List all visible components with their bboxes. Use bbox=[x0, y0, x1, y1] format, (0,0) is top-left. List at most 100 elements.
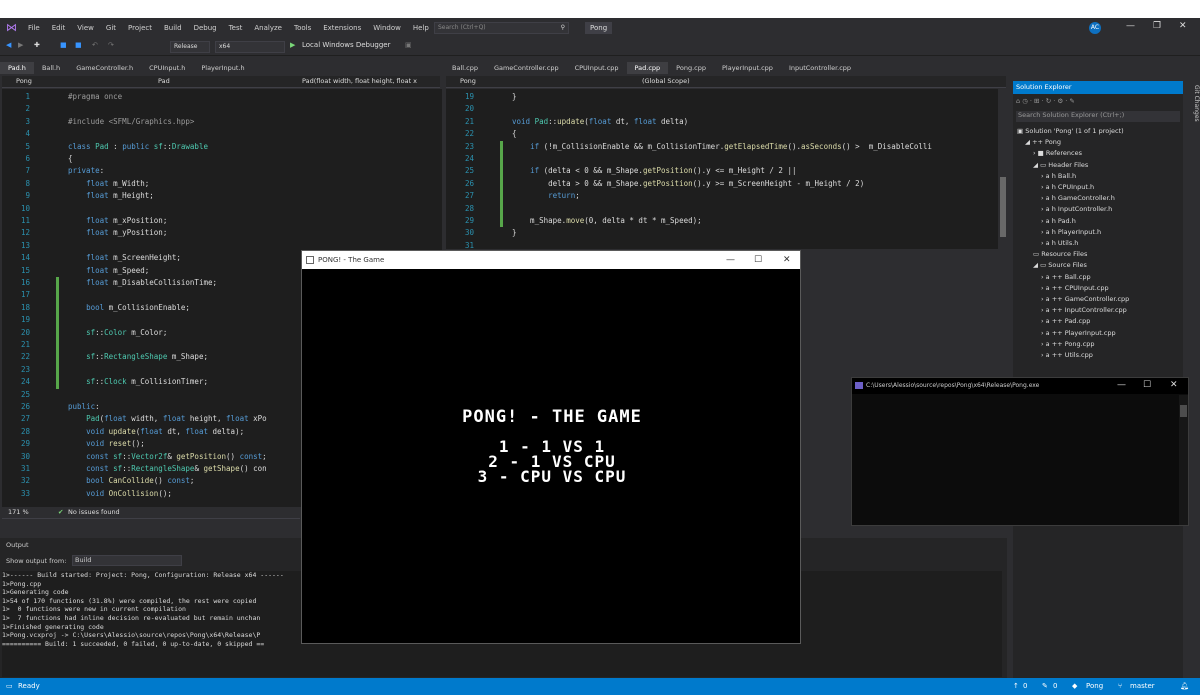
tree-header-file[interactable]: › a h Utils.h bbox=[1041, 239, 1078, 247]
menu-extensions[interactable]: Extensions bbox=[317, 24, 367, 32]
forward-icon[interactable]: ▶ bbox=[18, 41, 23, 49]
scroll-thumb[interactable] bbox=[1000, 177, 1006, 237]
right-code-editor[interactable]: 19} 20 21 void Pad::update(float dt, float … bbox=[446, 89, 998, 249]
close-icon[interactable]: ✕ bbox=[1179, 21, 1187, 31]
maximize-icon[interactable]: ❐ bbox=[1153, 21, 1161, 31]
menu-project[interactable]: Project bbox=[122, 24, 158, 32]
tree-source-files[interactable]: ◢ ▭ Source Files bbox=[1033, 261, 1087, 269]
changes-count[interactable]: 0 bbox=[1053, 678, 1057, 695]
pong-minimize-icon[interactable]: — bbox=[726, 251, 735, 269]
console-maximize-icon[interactable]: ☐ bbox=[1143, 380, 1151, 390]
menu-git[interactable]: Git bbox=[100, 24, 122, 32]
nav-scope[interactable]: (Global Scope) bbox=[642, 76, 690, 87]
console-close-icon[interactable]: ✕ bbox=[1170, 380, 1178, 390]
code-line[interactable]: 25 if (delta < 0 && m_Shape.getPosition(… bbox=[446, 165, 998, 178]
save-icon[interactable]: ■ bbox=[60, 41, 67, 49]
search-box[interactable]: Search (Ctrl+Q) ⚲ bbox=[434, 22, 569, 34]
tree-solution[interactable]: ▣ Solution 'Pong' (1 of 1 project) bbox=[1017, 127, 1124, 135]
nav-project-right[interactable]: Pong bbox=[460, 76, 476, 87]
code-line[interactable]: 27 return; bbox=[446, 190, 998, 203]
tree-resource-files[interactable]: ▭ Resource Files bbox=[1033, 250, 1087, 258]
tab-playerinput-h[interactable]: PlayerInput.h bbox=[193, 62, 252, 74]
run-icon[interactable]: ▶ bbox=[290, 41, 295, 49]
tree-source-file[interactable]: › a ++ Pong.cpp bbox=[1041, 340, 1095, 348]
tree-source-file[interactable]: › a ++ Pad.cpp bbox=[1041, 317, 1090, 325]
tab-inputcontroller-cpp[interactable]: InputController.cpp bbox=[781, 62, 859, 74]
zoom-level[interactable]: 171 % bbox=[8, 507, 29, 518]
tab-ball-h[interactable]: Ball.h bbox=[34, 62, 68, 74]
code-line[interactable]: 8 float m_Width; bbox=[2, 178, 442, 190]
avatar[interactable]: AC bbox=[1089, 22, 1101, 34]
tree-header-file[interactable]: › a h Pad.h bbox=[1041, 217, 1076, 225]
tab-pad-cpp[interactable]: Pad.cpp bbox=[626, 62, 669, 74]
tree-source-file[interactable]: › a ++ GameController.cpp bbox=[1041, 295, 1129, 303]
tree-header-files[interactable]: ◢ ▭ Header Files bbox=[1033, 161, 1088, 169]
pong-game-window[interactable]: PONG! - The Game — ☐ ✕ PONG! - THE GAME … bbox=[301, 250, 801, 644]
tree-source-file[interactable]: › a ++ CPUInput.cpp bbox=[1041, 284, 1109, 292]
new-item-icon[interactable]: ✚ bbox=[34, 41, 40, 49]
code-line[interactable]: 28 bbox=[446, 202, 998, 215]
menu-debug[interactable]: Debug bbox=[188, 24, 223, 32]
pong-close-icon[interactable]: ✕ bbox=[783, 251, 791, 269]
code-line[interactable]: 22 { bbox=[446, 128, 998, 140]
console-scroll-thumb[interactable] bbox=[1180, 405, 1187, 417]
code-line[interactable]: 3 #include <SFML/Graphics.hpp> bbox=[2, 116, 442, 128]
code-line[interactable]: 20 bbox=[446, 103, 998, 115]
menu-window[interactable]: Window bbox=[367, 24, 407, 32]
redo-icon[interactable]: ↷ bbox=[108, 41, 114, 49]
code-line[interactable]: 2 bbox=[2, 103, 442, 115]
code-line[interactable]: 5 class Pad : public sf::Drawable bbox=[2, 141, 442, 153]
menu-edit[interactable]: Edit bbox=[46, 24, 72, 32]
menu-option-3[interactable]: 3 - CPU VS CPU bbox=[402, 469, 702, 485]
unpushed-count[interactable]: 0 bbox=[1023, 678, 1027, 695]
menu-build[interactable]: Build bbox=[158, 24, 188, 32]
code-line[interactable]: 29 m_Shape.move(0, delta * dt * m_Speed)… bbox=[446, 215, 998, 228]
back-icon[interactable]: ◀ bbox=[6, 41, 11, 49]
menu-view[interactable]: View bbox=[71, 24, 100, 32]
tab-gamecontroller-cpp[interactable]: GameController.cpp bbox=[486, 62, 567, 74]
menu-test[interactable]: Test bbox=[223, 24, 249, 32]
platform-select[interactable]: x64 bbox=[215, 41, 285, 53]
code-line[interactable]: 7 private: bbox=[2, 165, 442, 177]
issues-status[interactable]: No issues found bbox=[68, 507, 120, 518]
nav-member[interactable]: Pad(float width, float height, float x bbox=[302, 76, 417, 87]
tree-source-file[interactable]: › a ++ Ball.cpp bbox=[1041, 273, 1091, 281]
output-source-select[interactable]: Build bbox=[72, 555, 182, 566]
menu-analyze[interactable]: Analyze bbox=[248, 24, 288, 32]
tree-project[interactable]: ◢ ++ Pong bbox=[1025, 138, 1061, 146]
code-line[interactable]: 12 float m_yPosition; bbox=[2, 227, 442, 239]
tab-pad-h[interactable]: Pad.h bbox=[0, 62, 34, 74]
solution-search-input[interactable]: Search Solution Explorer (Ctrl+;) bbox=[1016, 111, 1180, 122]
code-line[interactable]: 4 bbox=[2, 128, 442, 140]
code-line[interactable]: 6{ bbox=[2, 153, 442, 165]
run-debugger-button[interactable]: Local Windows Debugger bbox=[302, 41, 391, 49]
code-line[interactable]: 31 bbox=[446, 240, 998, 249]
menu-help[interactable]: Help bbox=[407, 24, 435, 32]
repo-name[interactable]: Pong bbox=[1086, 678, 1103, 695]
tree-header-file[interactable]: › a h GameController.h bbox=[1041, 194, 1115, 202]
notification-icon[interactable]: 🔔︎ bbox=[1180, 678, 1189, 695]
save-all-icon[interactable]: ■ bbox=[75, 41, 82, 49]
tab-gamecontroller-h[interactable]: GameController.h bbox=[68, 62, 141, 74]
tab-cpuinput-h[interactable]: CPUInput.h bbox=[141, 62, 193, 74]
code-line[interactable]: 10 bbox=[2, 203, 442, 215]
minimize-icon[interactable]: — bbox=[1126, 21, 1135, 31]
tree-header-file[interactable]: › a h InputController.h bbox=[1041, 205, 1112, 213]
code-line[interactable]: 21 void Pad::update(float dt, float delta… bbox=[446, 116, 998, 128]
code-line[interactable]: 23 if (!m_CollisionEnable && m_Collision… bbox=[446, 140, 998, 153]
undo-icon[interactable]: ↶ bbox=[92, 41, 98, 49]
tab-cpuinput-cpp[interactable]: CPUInput.cpp bbox=[567, 62, 627, 74]
menu-tools[interactable]: Tools bbox=[288, 24, 317, 32]
nav-project[interactable]: Pong bbox=[16, 76, 32, 87]
tab-playerinput-cpp[interactable]: PlayerInput.cpp bbox=[714, 62, 781, 74]
code-line[interactable]: 24 bbox=[446, 153, 998, 166]
toolbar-misc-icon[interactable]: ▣ bbox=[405, 41, 412, 49]
tab-pong-cpp[interactable]: Pong.cpp bbox=[668, 62, 714, 74]
nav-class[interactable]: Pad bbox=[158, 76, 170, 87]
code-line[interactable]: 1 #pragma once bbox=[2, 91, 442, 103]
console-scrollbar[interactable] bbox=[1179, 395, 1188, 525]
tab-ball-cpp[interactable]: Ball.cpp bbox=[444, 62, 486, 74]
console-minimize-icon[interactable]: — bbox=[1117, 380, 1126, 390]
code-line[interactable]: 11 float m_xPosition; bbox=[2, 215, 442, 227]
branch-name[interactable]: master bbox=[1130, 678, 1155, 695]
